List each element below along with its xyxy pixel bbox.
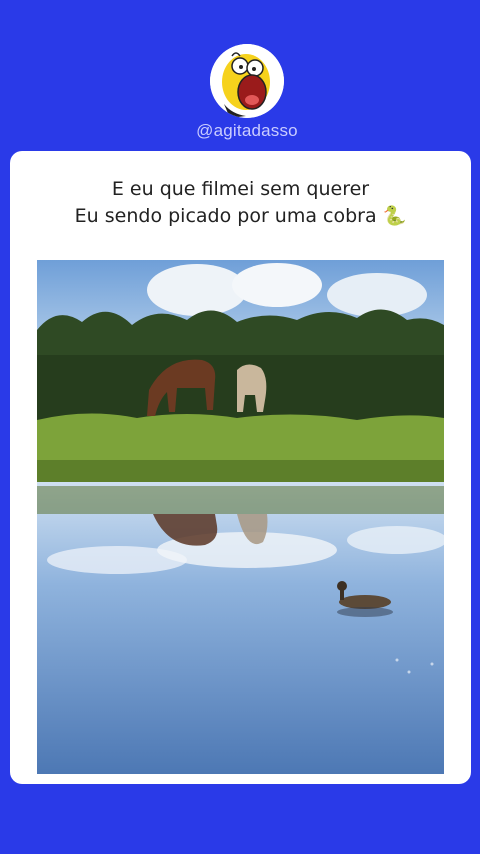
homer-simpson-screaming-icon: [210, 44, 284, 118]
caption-line-2: Eu sendo picado por uma cobra 🐍: [74, 205, 407, 227]
post-card: E eu que filmei sem querer Eu sendo pica…: [10, 151, 471, 784]
video-still-image: [37, 260, 444, 774]
caption-line-1: E eu que filmei sem querer: [111, 178, 370, 200]
post-caption: E eu que filmei sem querer Eu sendo pica…: [10, 176, 471, 230]
post-video[interactable]: [37, 260, 444, 774]
profile-avatar[interactable]: [210, 44, 284, 118]
profile-handle[interactable]: @agitadasso: [0, 121, 480, 141]
